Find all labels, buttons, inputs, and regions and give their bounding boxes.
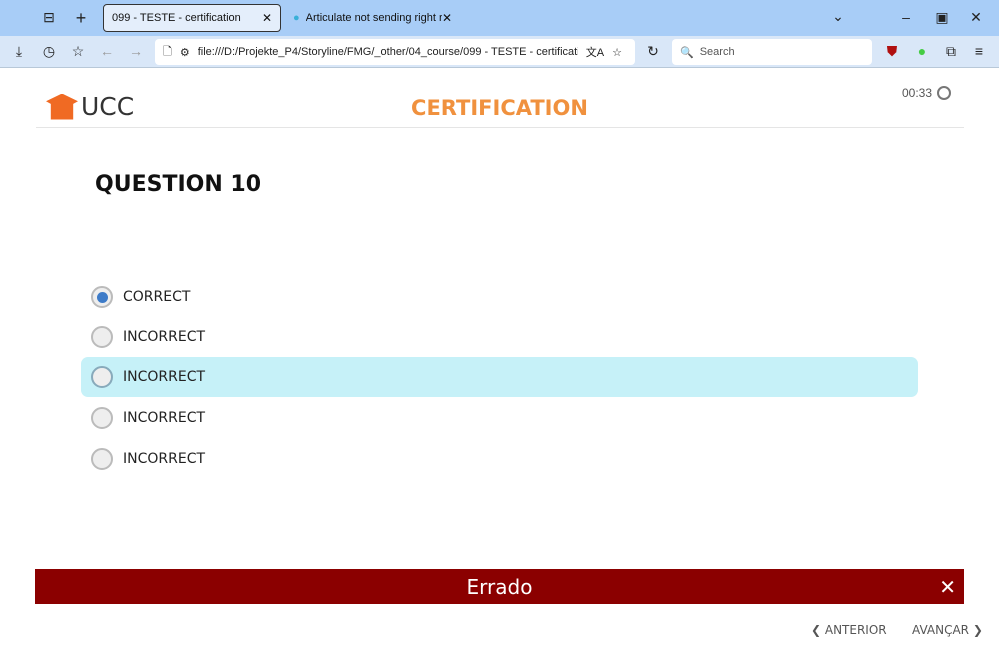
maximize-icon[interactable]: ▣ xyxy=(932,9,952,26)
timer-text: 00:33 xyxy=(902,86,933,100)
tab-bar: ⊟ + 099 - TESTE - certification ✕ ● Articu… xyxy=(0,0,999,36)
chevron-left-icon: ❮ xyxy=(811,623,825,637)
tab-label: 099 - TESTE - certification xyxy=(112,12,241,24)
tab-articulate[interactable]: ● Articulate not sending right res|✕ xyxy=(285,4,460,32)
close-feedback-icon[interactable]: ✕ xyxy=(939,575,956,599)
forward-icon[interactable]: → xyxy=(126,43,146,59)
page-icon: 🗋 xyxy=(163,45,172,58)
radio[interactable] xyxy=(91,448,113,470)
search-placeholder: Search xyxy=(699,46,735,58)
option-4[interactable]: INCORRECT xyxy=(81,398,918,438)
radio[interactable] xyxy=(91,407,113,429)
tab-certification[interactable]: 099 - TESTE - certification ✕ xyxy=(103,4,281,32)
ublock-icon[interactable]: ⛊ xyxy=(882,43,902,60)
close-window-icon[interactable]: ✕ xyxy=(966,9,986,26)
search-icon: 🔍 xyxy=(680,46,694,59)
option-2[interactable]: INCORRECT xyxy=(81,317,918,357)
option-label: CORRECT xyxy=(123,289,191,305)
new-tab-icon[interactable]: + xyxy=(71,8,91,29)
next-label: AVANÇAR xyxy=(912,623,969,637)
reload-icon[interactable]: ↻ xyxy=(643,43,663,60)
radio[interactable] xyxy=(91,366,113,388)
next-button[interactable]: AVANÇAR ❯ xyxy=(912,623,983,637)
url-bar[interactable]: 🗋 ⚙ file:///D:/Projekte_P4/Storyline/FMG/_… xyxy=(155,39,635,65)
tab-favicon-icon: ● xyxy=(293,12,300,24)
permissions-icon[interactable]: ⚙ xyxy=(180,46,190,59)
url-text: file:///D:/Projekte_P4/Storyline/FMG/_ot… xyxy=(197,46,578,58)
feedback-banner: Errado ✕ xyxy=(35,569,964,604)
header-divider xyxy=(36,127,964,128)
option-label: INCORRECT xyxy=(123,410,206,426)
radio-selected[interactable] xyxy=(91,286,113,308)
tab-label: Articulate not sending right res| xyxy=(305,12,442,24)
feedback-text: Errado xyxy=(466,574,533,599)
extensions-icon[interactable]: ⧉ xyxy=(941,43,961,60)
history-icon[interactable]: ◷ xyxy=(39,43,59,60)
tab-overview-icon[interactable]: ⊟ xyxy=(39,9,59,26)
chevron-right-icon: ❯ xyxy=(969,623,983,637)
page-title: CERTIFICATION xyxy=(411,96,588,120)
timer-circle-icon xyxy=(937,86,952,100)
close-tab-icon[interactable]: ✕ xyxy=(262,11,272,25)
option-3[interactable]: INCORRECT xyxy=(81,357,918,397)
previous-label: ANTERIOR xyxy=(824,623,887,637)
list-tabs-icon[interactable]: ⌄ xyxy=(828,8,848,25)
timer: 00:33 xyxy=(902,86,952,100)
translate-icon[interactable]: 文A xyxy=(586,44,604,60)
previous-button[interactable]: ❮ ANTERIOR xyxy=(811,623,887,637)
menu-icon[interactable]: ≡ xyxy=(969,43,989,59)
option-label: INCORRECT xyxy=(123,451,206,467)
option-label: INCORRECT xyxy=(123,329,206,345)
bookmarks-icon[interactable]: ☆ xyxy=(68,43,88,60)
option-5[interactable]: INCORRECT xyxy=(81,439,918,479)
question-title: QUESTION 10 xyxy=(95,172,262,197)
back-icon[interactable]: ← xyxy=(97,43,117,59)
downloads-icon[interactable]: ⤓ xyxy=(9,43,29,60)
search-input[interactable]: 🔍 Search xyxy=(672,39,872,65)
option-1[interactable]: CORRECT xyxy=(81,277,918,317)
radio[interactable] xyxy=(91,326,113,348)
extension-toggle-icon[interactable]: ● xyxy=(912,43,932,59)
nav-toolbar: ⤓ ◷ ☆ ← → 🗋 ⚙ file:///D:/Projekte_P4/Story… xyxy=(0,36,999,68)
minimize-icon[interactable]: – xyxy=(896,9,916,25)
close-tab-icon[interactable]: ✕ xyxy=(442,11,452,25)
option-label: INCORRECT xyxy=(123,369,206,385)
bookmark-star-icon[interactable]: ☆ xyxy=(612,46,622,59)
